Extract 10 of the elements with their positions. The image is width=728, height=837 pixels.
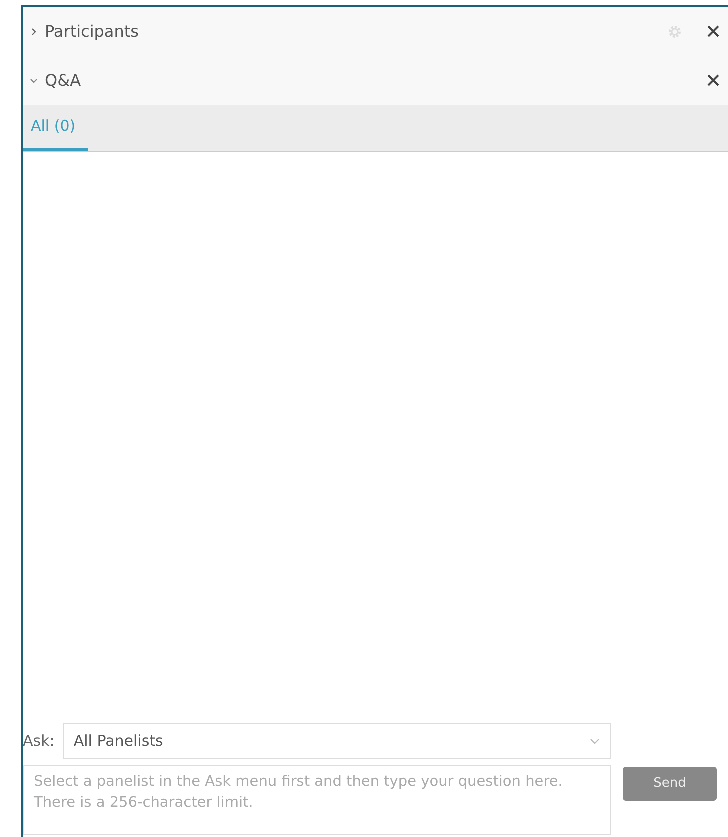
question-field[interactable]: Select a panelist in the Ask menu first and then type your question here. There is a 256-character limit. xyxy=(23,765,611,835)
tab[interactable]: All (0) xyxy=(23,105,88,151)
close-icon[interactable] xyxy=(707,25,720,38)
close-icon[interactable] xyxy=(707,74,720,87)
panel-title: Q&A xyxy=(45,70,82,92)
ask-label: Ask: xyxy=(23,730,55,752)
chevron-icon[interactable] xyxy=(29,26,39,36)
ask-dropdown[interactable]: All Panelists xyxy=(62,723,611,759)
panel-title: Participants xyxy=(45,20,139,42)
caret-icon xyxy=(590,738,600,744)
